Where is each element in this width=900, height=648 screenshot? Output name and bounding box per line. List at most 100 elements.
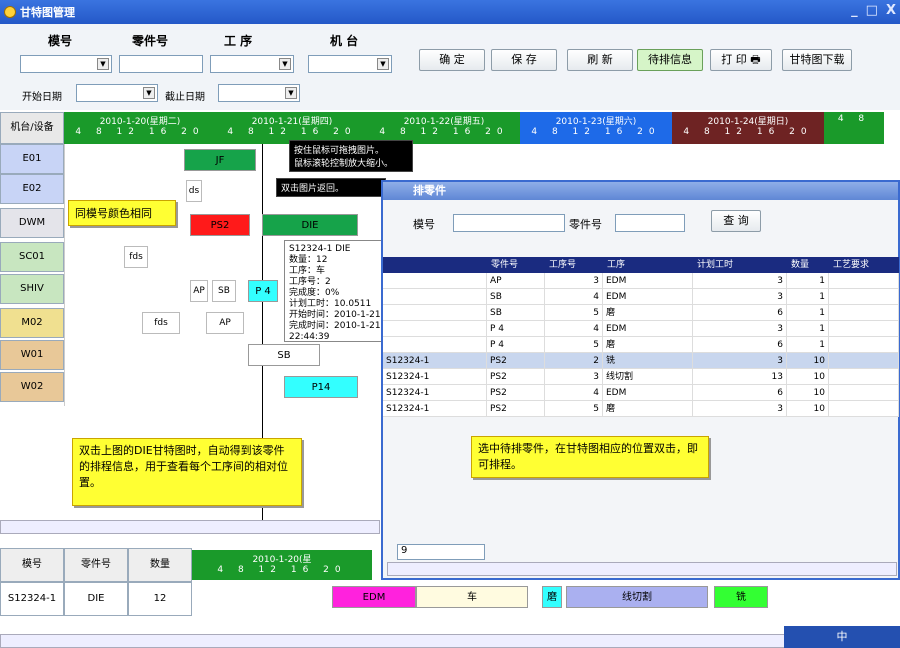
table-cell[interactable]: 10	[787, 385, 829, 401]
table-cell[interactable]	[829, 353, 899, 369]
maximize-button[interactable]: □	[866, 3, 878, 18]
table-cell[interactable]	[829, 273, 899, 289]
op-bar-edm[interactable]: EDM	[332, 586, 416, 608]
table-cell[interactable]: 3	[693, 401, 787, 417]
table-cell[interactable]: EDM	[603, 321, 693, 337]
table-cell[interactable]	[829, 289, 899, 305]
table-cell[interactable]	[383, 337, 487, 353]
table-cell[interactable]: AP	[487, 273, 545, 289]
chevron-down-icon[interactable]: ▼	[377, 58, 389, 70]
table-cell[interactable]: P 4	[487, 337, 545, 353]
table-cell[interactable]: 10	[787, 369, 829, 385]
table-cell[interactable]: EDM	[603, 289, 693, 305]
mold-select[interactable]: ▼	[20, 55, 112, 73]
task-bar-p14[interactable]: P14	[284, 376, 358, 398]
table-cell[interactable]: S12324-1	[383, 401, 487, 417]
table-cell[interactable]: 5	[545, 337, 603, 353]
op-bar-mill[interactable]: 铣	[714, 586, 768, 608]
table-cell[interactable]: 2	[545, 353, 603, 369]
table-cell[interactable]: EDM	[603, 273, 693, 289]
close-button[interactable]: X	[886, 3, 896, 18]
task-bar-die[interactable]: DIE	[262, 214, 358, 236]
minimize-button[interactable]: _	[851, 3, 858, 18]
chevron-down-icon[interactable]: ▼	[143, 87, 155, 99]
machine-e01[interactable]: E01	[0, 144, 64, 174]
table-cell[interactable]: 3	[545, 273, 603, 289]
machine-e02[interactable]: E02	[0, 174, 64, 204]
save-button[interactable]: 保 存	[491, 49, 557, 71]
machine-select[interactable]: ▼	[308, 55, 392, 73]
table-cell[interactable]: S12324-1	[383, 385, 487, 401]
table-cell[interactable]: PS2	[487, 353, 545, 369]
sub-part-input[interactable]	[615, 214, 685, 232]
col-proc-no[interactable]: 工序号	[545, 257, 603, 273]
op-bar-grind[interactable]: 磨	[542, 586, 562, 608]
table-cell[interactable]: 4	[545, 289, 603, 305]
start-date-picker[interactable]: ▼	[76, 84, 158, 102]
table-cell[interactable]: SB	[487, 305, 545, 321]
table-cell[interactable]	[829, 369, 899, 385]
bottom-horizontal-scrollbar[interactable]	[0, 634, 880, 648]
table-cell[interactable]: 6	[693, 337, 787, 353]
table-cell[interactable]: PS2	[487, 369, 545, 385]
table-cell[interactable]: S12324-1	[383, 353, 487, 369]
table-cell[interactable]: 1	[787, 337, 829, 353]
table-cell[interactable]: PS2	[487, 385, 545, 401]
task-shiv-sb[interactable]: SB	[212, 280, 236, 302]
table-cell[interactable]	[829, 321, 899, 337]
table-cell[interactable]: 磨	[603, 401, 693, 417]
task-bar-p4[interactable]: P 4	[248, 280, 278, 302]
task-shiv-ap[interactable]: AP	[190, 280, 208, 302]
table-cell[interactable]: 3	[693, 273, 787, 289]
process-select[interactable]: ▼	[210, 55, 294, 73]
chevron-down-icon[interactable]: ▼	[285, 87, 297, 99]
gantt-horizontal-scrollbar[interactable]	[0, 520, 380, 534]
col-mold[interactable]	[383, 257, 487, 273]
gantt-download-button[interactable]: 甘特图下载	[782, 49, 852, 71]
table-cell[interactable]: 5	[545, 305, 603, 321]
col-qty[interactable]: 数量	[787, 257, 829, 273]
op-bar-turn[interactable]: 车	[416, 586, 528, 608]
table-cell[interactable]	[829, 305, 899, 321]
task-bar-ps2[interactable]: PS2	[190, 214, 250, 236]
task-bar-w01[interactable]: SB	[248, 344, 320, 366]
table-cell[interactable]: S12324-1	[383, 369, 487, 385]
table-cell[interactable]: 5	[545, 401, 603, 417]
query-button[interactable]: 查 询	[711, 210, 761, 232]
table-cell[interactable]: EDM	[603, 385, 693, 401]
table-cell[interactable]: 1	[787, 289, 829, 305]
task-bar-e01[interactable]: JF	[184, 149, 256, 171]
machine-w01[interactable]: W01	[0, 340, 64, 370]
table-cell[interactable]	[383, 321, 487, 337]
table-cell[interactable]	[829, 401, 899, 417]
ime-icon[interactable]: 中	[837, 630, 848, 643]
table-cell[interactable]: 线切割	[603, 369, 693, 385]
table-cell[interactable]: 6	[693, 305, 787, 321]
task-m02-ap[interactable]: AP	[206, 312, 244, 334]
sub-horizontal-scrollbar[interactable]	[387, 562, 897, 576]
table-cell[interactable]: 磨	[603, 305, 693, 321]
machine-shiv[interactable]: SHIV	[0, 274, 64, 304]
table-cell[interactable]	[829, 337, 899, 353]
machine-sc01[interactable]: SC01	[0, 242, 64, 272]
part-input[interactable]	[119, 55, 203, 73]
table-cell[interactable]: P 4	[487, 321, 545, 337]
table-cell[interactable]	[829, 385, 899, 401]
table-cell[interactable]: 3	[693, 321, 787, 337]
task-m02-fds[interactable]: fds	[142, 312, 180, 334]
confirm-button[interactable]: 确 定	[419, 49, 485, 71]
table-cell[interactable]: 4	[545, 321, 603, 337]
task-sc01[interactable]: fds	[124, 246, 148, 268]
col-process[interactable]: 工序	[603, 257, 693, 273]
machine-w02[interactable]: W02	[0, 372, 64, 402]
table-cell[interactable]: 铣	[603, 353, 693, 369]
table-cell[interactable]: 1	[787, 321, 829, 337]
table-cell[interactable]: 3	[693, 289, 787, 305]
table-cell[interactable]: 1	[787, 273, 829, 289]
table-cell[interactable]	[383, 305, 487, 321]
table-cell[interactable]: 3	[545, 369, 603, 385]
pending-info-button[interactable]: 待排信息	[637, 49, 703, 71]
table-cell[interactable]: PS2	[487, 401, 545, 417]
table-cell[interactable]: 6	[693, 385, 787, 401]
col-hours[interactable]: 计划工时	[693, 257, 787, 273]
